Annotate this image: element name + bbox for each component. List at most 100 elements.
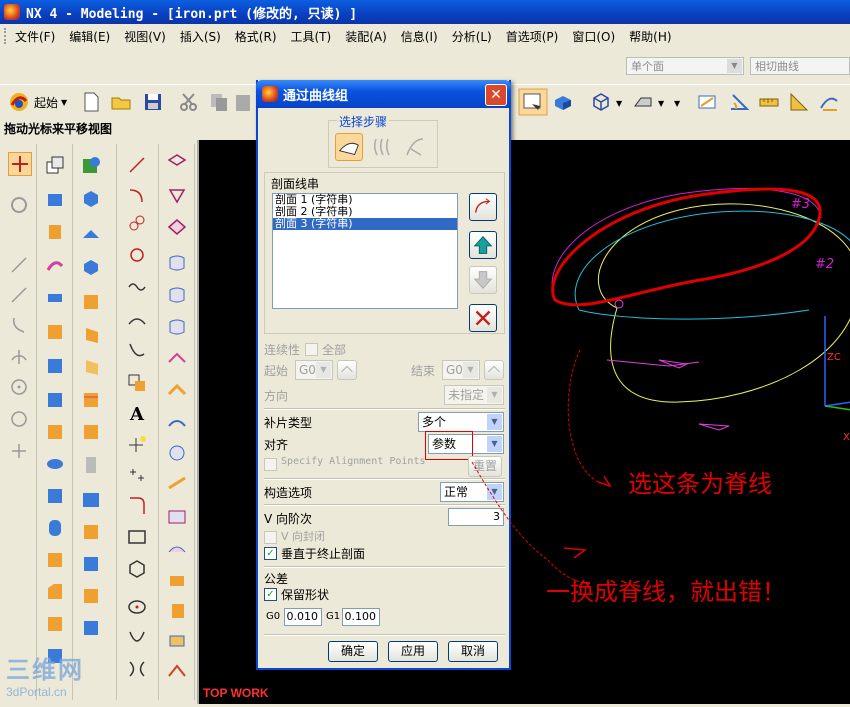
start-button[interactable]: 起始 ▼ [8,91,67,113]
swept-surface-icon[interactable] [166,348,188,370]
section-step-icon[interactable] [335,133,363,161]
global-shaping-icon[interactable] [166,600,188,622]
continuity-all-checkbox[interactable] [305,343,318,356]
ruled-surface-icon[interactable] [166,252,188,274]
circle-icon[interactable] [126,244,148,266]
through-curves-icon[interactable] [166,284,188,306]
direction-dropdown[interactable]: 未指定 ▼ [444,385,504,405]
point-icon[interactable] [126,434,148,456]
polygon-icon[interactable] [126,558,148,580]
sweep-icon[interactable] [44,254,66,276]
cylinder-icon[interactable] [44,516,66,538]
fillet-curve-icon[interactable] [126,494,148,516]
patch-icon[interactable] [80,552,102,574]
line-icon[interactable] [8,254,30,276]
taper-icon[interactable] [80,324,102,346]
offset-curve-icon[interactable] [126,372,148,394]
revolve-icon[interactable] [44,220,66,242]
move-down-icon[interactable] [469,266,497,294]
menu-window[interactable]: 窗口(O) [572,28,615,45]
v-closed-checkbox[interactable] [264,531,277,544]
rotate-view-icon[interactable] [8,194,30,216]
n-sided-surface-icon[interactable] [166,442,188,464]
point-icon[interactable] [8,440,30,462]
chevron-down-icon[interactable]: ▼ [616,99,622,108]
trim-body-icon[interactable] [80,388,102,410]
helix-icon[interactable] [126,212,148,234]
g1-tolerance-input[interactable]: 0.100 [342,608,380,626]
parabola-icon[interactable] [126,628,148,650]
spline-icon[interactable] [126,276,148,298]
menu-analysis[interactable]: 分析(L) [452,28,492,45]
section-curve-1[interactable] [598,203,850,403]
basic-curves-icon[interactable] [126,154,148,176]
orient-view-icon[interactable] [590,91,612,113]
pan-view-icon[interactable] [8,152,32,176]
curve-rule-combo[interactable]: 相切曲线 [750,57,850,75]
list-item-selected[interactable]: 剖面 3 (字符串) [273,218,457,230]
end-continuity-dropdown[interactable]: G0 ▼ [442,360,480,380]
remove-section-icon[interactable] [469,304,497,332]
boss-icon[interactable] [44,388,66,410]
view-pan-icon[interactable] [518,88,548,116]
menubar-grip[interactable] [4,28,9,44]
menu-file[interactable]: 文件(F) [15,28,55,45]
start-continuity-dropdown[interactable]: G0 ▼ [295,360,333,380]
add-section-icon[interactable] [469,193,497,221]
pocket-icon[interactable] [44,420,66,442]
slot-icon[interactable] [44,484,66,506]
triangle-ruler-icon[interactable] [788,91,810,113]
sketch-icon[interactable] [44,154,66,176]
shaded-view-icon[interactable] [552,91,574,113]
quilt-surface-icon[interactable] [166,538,188,560]
split-body-icon[interactable] [80,420,102,442]
dialog-titlebar[interactable]: 通过曲线组 ✕ [256,80,511,108]
cancel-button[interactable]: 取消 [448,641,498,662]
cut-icon[interactable] [178,91,200,113]
guide-step-icon[interactable] [403,135,427,159]
through-points-surface-icon[interactable] [166,152,188,174]
move-up-icon[interactable] [469,231,497,259]
menu-preferences[interactable]: 首选项(P) [506,28,559,45]
section-curve-3[interactable] [551,188,822,301]
blend-icon[interactable] [44,548,66,570]
arc-icon[interactable] [126,184,148,206]
open-folder-icon[interactable] [110,91,132,113]
normal-to-end-checkbox[interactable]: ✓ [264,547,277,560]
form-feature-icon[interactable] [80,154,102,176]
menu-information[interactable]: 信息(I) [401,28,438,45]
studio-spline-icon[interactable] [126,310,148,332]
pattern-icon[interactable] [80,488,102,510]
menu-assemblies[interactable]: 装配(A) [345,28,387,45]
extension-surface-icon[interactable] [166,472,188,494]
extract-icon[interactable] [80,616,102,638]
chevron-down-icon[interactable]: ▼ [674,99,680,108]
through-curve-mesh-icon[interactable] [166,316,188,338]
menu-insert[interactable]: 插入(S) [180,28,221,45]
pad-icon[interactable] [44,452,66,474]
menu-edit[interactable]: 编辑(E) [69,28,110,45]
curve-icon[interactable] [8,314,30,336]
point-set-icon[interactable] [126,464,148,486]
hyperbola-icon[interactable] [126,658,148,680]
cylinder-surface-icon[interactable] [166,570,188,592]
save-icon[interactable] [142,91,164,113]
text-icon[interactable]: A [126,402,148,424]
thread-icon[interactable] [80,454,102,476]
menu-tools[interactable]: 工具(T) [291,28,332,45]
display-mode-icon[interactable] [632,91,654,113]
section-surface-icon[interactable] [166,380,188,402]
menu-help[interactable]: 帮助(H) [629,28,671,45]
apply-button[interactable]: 应用 [388,641,438,662]
curve-analysis-icon[interactable] [818,91,840,113]
extrude-icon[interactable] [44,188,66,210]
ruler-icon[interactable] [758,91,780,113]
rectangle-icon[interactable] [126,526,148,548]
section-curve-2[interactable] [574,210,850,311]
hole-icon[interactable] [44,354,66,376]
ok-button[interactable]: 确定 [328,641,378,662]
feature-operation-icon[interactable] [80,188,102,210]
menu-view[interactable]: 视图(V) [124,28,166,45]
promote-icon[interactable] [80,584,102,606]
section-curve-2b[interactable] [578,309,810,320]
